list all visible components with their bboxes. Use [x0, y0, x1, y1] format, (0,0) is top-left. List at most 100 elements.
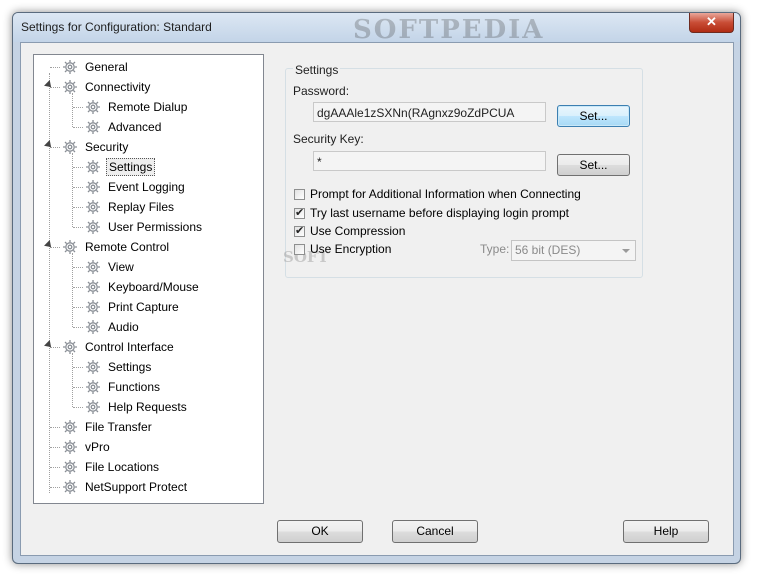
tree-item[interactable]: Functions — [34, 378, 262, 396]
use-compression-label: Use Compression — [310, 224, 406, 238]
tree-item-label: Event Logging — [108, 180, 185, 194]
tree-item[interactable]: Connectivity — [34, 78, 262, 96]
gear-icon — [62, 239, 78, 255]
tree-item[interactable]: Remote Control — [34, 238, 262, 256]
tree-item-label: Replay Files — [108, 200, 175, 214]
tree-item-label: General — [85, 60, 128, 74]
tree-connector — [50, 67, 60, 68]
gear-icon — [85, 219, 101, 235]
tree-item[interactable]: Advanced — [34, 118, 262, 136]
help-button[interactable]: Help — [623, 520, 709, 543]
tree-item[interactable]: File Locations — [34, 458, 262, 476]
tree-item[interactable]: View — [34, 258, 262, 276]
tree-item[interactable]: Control Interface — [34, 338, 262, 356]
tree-item-label: Help Requests — [108, 400, 187, 414]
tree-expander-icon[interactable] — [44, 80, 54, 90]
softpedia-watermark: SOFTPEDIA — [353, 15, 545, 45]
tree-expander-icon[interactable] — [44, 340, 54, 350]
tree-item[interactable]: NetSupport Protect — [34, 478, 262, 496]
tree-item[interactable]: File Transfer — [34, 418, 262, 436]
tree-expander-icon[interactable] — [44, 140, 54, 150]
tree-item-label: Print Capture — [108, 300, 179, 314]
gear-icon — [62, 59, 78, 75]
use-compression-checkbox[interactable]: ✔ — [294, 226, 305, 237]
tree-expander-icon[interactable] — [44, 240, 54, 250]
tree-item[interactable]: User Permissions — [34, 218, 262, 236]
tree-item[interactable]: Settings — [34, 158, 262, 176]
gear-icon — [85, 99, 101, 115]
tree-connector — [73, 307, 83, 308]
tree-item[interactable]: Event Logging — [34, 178, 262, 196]
try-last-username-checkbox[interactable]: ✔ — [294, 208, 305, 219]
tree-connector — [50, 347, 60, 348]
tree-item-label: Settings — [106, 158, 156, 176]
tree-item[interactable]: Audio — [34, 318, 262, 336]
tree-item[interactable]: General — [34, 58, 262, 76]
prompt-additional-info-label: Prompt for Additional Information when C… — [310, 187, 581, 201]
tree-connector — [73, 127, 83, 128]
ok-button[interactable]: OK — [277, 520, 363, 543]
tree-connector — [73, 167, 83, 168]
tree-connector — [73, 207, 83, 208]
gear-icon — [62, 439, 78, 455]
tree-item-label: File Locations — [85, 460, 160, 474]
use-encryption-label: Use Encryption — [310, 242, 392, 256]
tree-connector — [50, 447, 60, 448]
encryption-type-value: 56 bit (DES) — [515, 243, 581, 257]
security-key-set-button[interactable]: Set... — [557, 154, 630, 176]
prompt-additional-info-checkbox[interactable] — [294, 189, 305, 200]
dialog-client-area: General Connectivity Remote Dialup Advanced… — [20, 42, 734, 556]
tree-item-label: Security — [85, 140, 129, 154]
gear-icon — [85, 359, 101, 375]
tree-connector — [50, 147, 60, 148]
tree-item[interactable]: Help Requests — [34, 398, 262, 416]
tree-item[interactable]: Remote Dialup — [34, 98, 262, 116]
tree-item[interactable]: Keyboard/Mouse — [34, 278, 262, 296]
tree-connector — [50, 87, 60, 88]
settings-tree[interactable]: General Connectivity Remote Dialup Advanced… — [33, 54, 264, 504]
tree-item-label: Advanced — [108, 120, 162, 134]
tree-item-label: Connectivity — [85, 80, 151, 94]
tree-item-label: File Transfer — [85, 420, 152, 434]
tree-item-label: User Permissions — [108, 220, 203, 234]
security-key-label: Security Key: — [293, 132, 364, 146]
gear-icon — [62, 339, 78, 355]
tree-connector — [50, 247, 60, 248]
encryption-type-select[interactable]: 56 bit (DES) — [511, 240, 636, 261]
gear-icon — [85, 179, 101, 195]
password-set-button[interactable]: Set... — [557, 105, 630, 127]
password-field: dgAAAle1zSXNn(RAgnxz9oZdPCUA — [313, 102, 546, 122]
tree-item[interactable]: Replay Files — [34, 198, 262, 216]
gear-icon — [62, 139, 78, 155]
use-encryption-checkbox[interactable] — [294, 244, 305, 255]
gear-icon — [85, 319, 101, 335]
gear-icon — [85, 279, 101, 295]
tree-item-label: Functions — [108, 380, 161, 394]
tree-item-label: Keyboard/Mouse — [108, 280, 199, 294]
password-label: Password: — [293, 84, 350, 98]
tree-item-label: Remote Dialup — [108, 100, 188, 114]
tree-item-label: View — [108, 260, 134, 274]
tree-item-label: Audio — [108, 320, 139, 334]
close-button[interactable]: ✕ — [689, 13, 734, 33]
tree-connector — [73, 267, 83, 268]
tree-connector — [73, 107, 83, 108]
tree-item-label: NetSupport Protect — [85, 480, 188, 494]
tree-connector — [73, 407, 83, 408]
gear-icon — [62, 459, 78, 475]
tree-item[interactable]: Print Capture — [34, 298, 262, 316]
tree-connector — [73, 367, 83, 368]
try-last-username-label: Try last username before displaying logi… — [310, 206, 570, 220]
tree-connector — [73, 327, 83, 328]
tree-item-label: vPro — [85, 440, 110, 454]
title-bar[interactable]: Settings for Configuration: Standard SOF… — [13, 13, 740, 45]
cancel-button[interactable]: Cancel — [392, 520, 478, 543]
tree-item[interactable]: Security — [34, 138, 262, 156]
tree-item[interactable]: Settings — [34, 358, 262, 376]
security-key-field: * — [313, 151, 546, 171]
tree-item[interactable]: vPro — [34, 438, 262, 456]
gear-icon — [85, 259, 101, 275]
window-title: Settings for Configuration: Standard — [21, 20, 212, 34]
tree-connector — [50, 487, 60, 488]
gear-icon — [85, 379, 101, 395]
